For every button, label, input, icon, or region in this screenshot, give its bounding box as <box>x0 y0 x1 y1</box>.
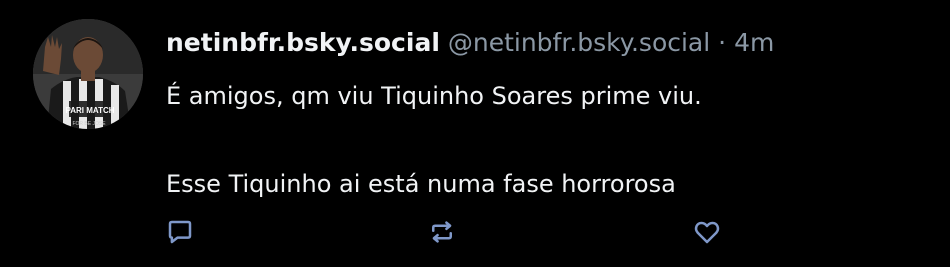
avatar[interactable]: PARI MATCH FOR BE JOSE <box>33 19 143 129</box>
post-text-line-2: Esse Tiquinho ai está numa fase horroros… <box>166 170 676 198</box>
reply-button[interactable] <box>162 214 198 250</box>
post-card[interactable]: PARI MATCH FOR BE JOSE netinbfr.bsky.soc… <box>0 0 950 267</box>
post-header: netinbfr.bsky.social @netinbfr.bsky.soci… <box>166 24 774 62</box>
header-separator: · <box>718 28 727 57</box>
repost-button[interactable] <box>424 214 460 250</box>
jersey-sponsor-text: PARI MATCH <box>65 106 114 115</box>
post-actions <box>0 214 950 254</box>
avatar-badge-text: FOR BE JOSE <box>72 121 106 127</box>
author-display-name[interactable]: netinbfr.bsky.social <box>166 28 440 57</box>
like-button[interactable] <box>689 214 725 250</box>
reply-icon <box>168 220 192 244</box>
like-icon <box>694 221 720 244</box>
post-timestamp[interactable]: 4m <box>734 28 774 57</box>
post-body: É amigos, qm viu Tiquinho Soares prime v… <box>166 74 702 206</box>
avatar-photo: PARI MATCH FOR BE JOSE <box>33 19 143 129</box>
author-handle[interactable]: @netinbfr.bsky.social <box>448 28 710 57</box>
post-text-line-1: É amigos, qm viu Tiquinho Soares prime v… <box>166 82 702 110</box>
repost-icon <box>432 221 452 243</box>
